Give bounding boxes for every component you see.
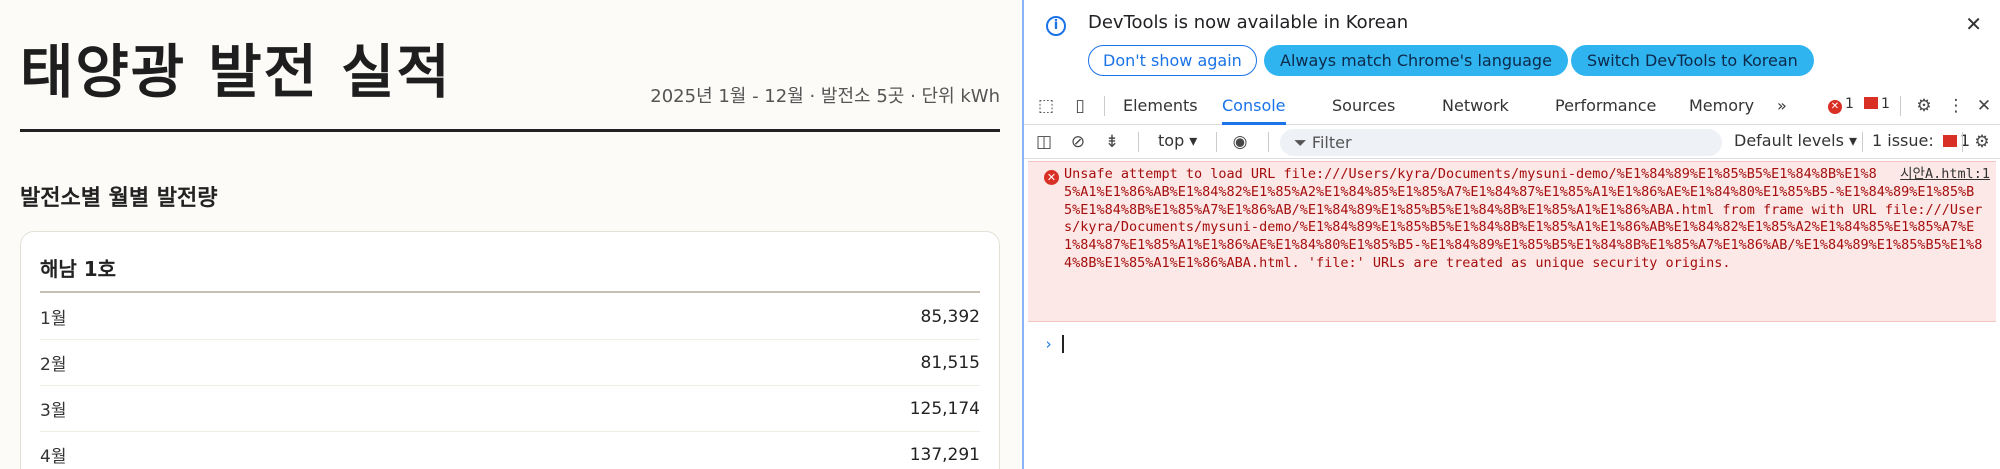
console-prompt-icon: ›: [1044, 335, 1054, 353]
context-value: top: [1158, 131, 1185, 150]
devtools-panel: i DevTools is now available in Korean ✕ …: [1022, 0, 2000, 469]
info-icon: i: [1046, 16, 1066, 36]
console-settings-icon[interactable]: ⚙: [1970, 130, 1994, 154]
log-levels-value: Default levels: [1734, 131, 1844, 150]
dont-show-again-button[interactable]: Don't show again: [1088, 45, 1257, 76]
table-row: 2월 81,515: [40, 340, 980, 386]
toolbar-divider: [1216, 132, 1217, 152]
error-icon: ✕: [1828, 100, 1842, 114]
more-tabs-icon[interactable]: »: [1777, 88, 1787, 125]
match-language-button[interactable]: Always match Chrome's language: [1264, 45, 1568, 76]
row-value: 125,174: [909, 398, 980, 419]
console-toolbar: ◫ ⊘ ⇟ top ▾ ◉ ⏷ Filter Default levels ▾ …: [1024, 125, 2000, 159]
issues-link[interactable]: 1 issue: 1: [1872, 131, 1970, 150]
devtools-tabbar: ⬚ ▯ Elements Console Sources Network Per…: [1024, 88, 2000, 125]
console-input-caret[interactable]: [1062, 335, 1064, 353]
plant-card-divider: [40, 291, 980, 293]
issues-label: 1 issue:: [1872, 131, 1934, 150]
tab-elements[interactable]: Elements: [1123, 88, 1198, 125]
error-message-body: Unsafe attempt to load URL file:///Users…: [1064, 166, 1983, 271]
error-icon: ✕: [1044, 170, 1059, 185]
clear-console-icon[interactable]: ⊘: [1066, 130, 1090, 154]
switch-to-korean-button[interactable]: Switch DevTools to Korean: [1571, 45, 1814, 76]
row-month: 2월: [40, 355, 67, 375]
tab-sources[interactable]: Sources: [1332, 88, 1395, 125]
gear-icon[interactable]: ⚙: [1912, 94, 1936, 118]
kebab-menu-icon[interactable]: ⋮: [1944, 94, 1968, 118]
row-value: 85,392: [920, 306, 980, 327]
error-count: 1: [1845, 96, 1854, 112]
console-output[interactable]: ✕ 시안A.html:1 Unsafe attempt to load URL f…: [1024, 159, 2000, 469]
monthly-list: 1월 85,392 2월 81,515 3월 125,174 4월 137,29…: [40, 294, 980, 469]
tab-network[interactable]: Network: [1442, 88, 1509, 125]
issue-count-badge[interactable]: 1: [1864, 96, 1890, 112]
title-divider: [20, 129, 1000, 132]
language-infobar: i DevTools is now available in Korean ✕ …: [1024, 0, 2000, 84]
device-toolbar-icon[interactable]: ▯: [1068, 94, 1092, 118]
table-row: 3월 125,174: [40, 386, 980, 432]
issue-flag-icon: [1942, 135, 1957, 147]
row-month: 1월: [40, 309, 67, 329]
table-row: 1월 85,392: [40, 294, 980, 340]
error-text: 시안A.html:1 Unsafe attempt to load URL fil…: [1064, 166, 1990, 273]
sidebar-toggle-icon[interactable]: ◫: [1032, 130, 1056, 154]
row-month: 3월: [40, 401, 67, 421]
row-month: 4월: [40, 447, 67, 467]
toolbar-divider: [1104, 96, 1105, 116]
filter-icon: ⏷: [1294, 133, 1307, 152]
filter-placeholder: Filter: [1311, 133, 1352, 152]
toolbar-divider: [1138, 132, 1139, 152]
row-value: 81,515: [920, 352, 980, 373]
issue-count: 1: [1881, 96, 1890, 112]
toolbar-divider: [1900, 96, 1901, 116]
section-title: 발전소별 월별 발전량: [20, 186, 218, 211]
toolbar-divider: [1862, 132, 1863, 152]
plant-card-title: 해남 1호: [40, 257, 117, 281]
toolbar-divider: [1962, 132, 1963, 152]
tab-performance[interactable]: Performance: [1555, 88, 1656, 125]
web-page: 태양광 발전 실적 2025년 1월 - 12월 · 발전소 5곳 · 단위 k…: [0, 0, 1022, 469]
context-select[interactable]: top ▾: [1158, 131, 1197, 150]
toolbar-divider: [1268, 132, 1269, 152]
message-source-link[interactable]: 시안A.html:1: [1900, 166, 1990, 184]
page-title: 태양광 발전 실적: [20, 38, 452, 106]
table-row: 4월 137,291: [40, 432, 980, 469]
infobar-message: DevTools is now available in Korean: [1088, 12, 1409, 33]
row-value: 137,291: [909, 444, 980, 465]
plant-card: 해남 1호 1월 85,392 2월 81,515 3월 125,174 4월 …: [20, 231, 1000, 469]
page-subtitle: 2025년 1월 - 12월 · 발전소 5곳 · 단위 kWh: [650, 86, 1000, 107]
error-count-badge[interactable]: ✕ 1: [1828, 96, 1854, 114]
group-similar-icon[interactable]: ⇟: [1100, 130, 1124, 154]
log-levels-select[interactable]: Default levels ▾: [1734, 131, 1857, 150]
eye-icon[interactable]: ◉: [1228, 130, 1252, 154]
close-devtools-icon[interactable]: ✕: [1972, 94, 1996, 118]
close-icon[interactable]: ✕: [1965, 12, 1982, 36]
filter-input[interactable]: ⏷ Filter: [1280, 129, 1722, 156]
console-error-message[interactable]: ✕ 시안A.html:1 Unsafe attempt to load URL f…: [1028, 161, 1996, 322]
tab-console[interactable]: Console: [1222, 88, 1286, 125]
inspect-element-icon[interactable]: ⬚: [1034, 94, 1058, 118]
tab-memory[interactable]: Memory: [1689, 88, 1754, 125]
issue-flag-icon: [1864, 97, 1878, 109]
